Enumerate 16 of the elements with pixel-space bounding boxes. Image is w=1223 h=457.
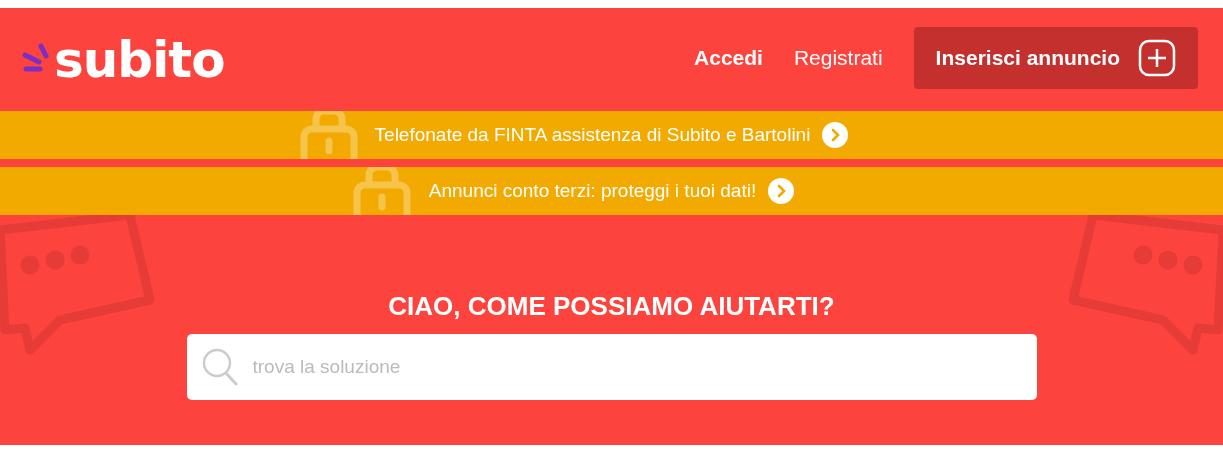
notice-text[interactable]: Telefonate da FINTA assistenza di Subito e Bartolini — [374, 124, 811, 146]
logo[interactable]: subito — [54, 31, 225, 89]
plus-icon — [1138, 39, 1176, 77]
chevron-right-icon[interactable] — [768, 178, 795, 204]
register-link[interactable]: Registrati — [793, 46, 883, 70]
post-ad-button[interactable]: Inserisci annuncio — [913, 27, 1198, 89]
padlock-icon — [298, 111, 360, 159]
login-link[interactable]: Accedi — [694, 46, 763, 70]
notice-text[interactable]: Annunci conto terzi: proteggi i tuoi dati! — [428, 180, 757, 202]
search-field[interactable]: trova la soluzione — [186, 334, 1037, 400]
notice-banner[interactable]: Telefonate da FINTA assistenza di Subito e Bartolini — [0, 111, 1223, 159]
padlock-icon — [351, 167, 413, 215]
hero-title: CIAO, COME POSSIAMO AIUTARTI? — [388, 291, 835, 322]
notice-banner[interactable]: Annunci conto terzi: proteggi i tuoi dati! — [0, 167, 1223, 215]
logo-rays-icon — [22, 43, 52, 73]
chevron-right-icon[interactable] — [822, 122, 849, 148]
